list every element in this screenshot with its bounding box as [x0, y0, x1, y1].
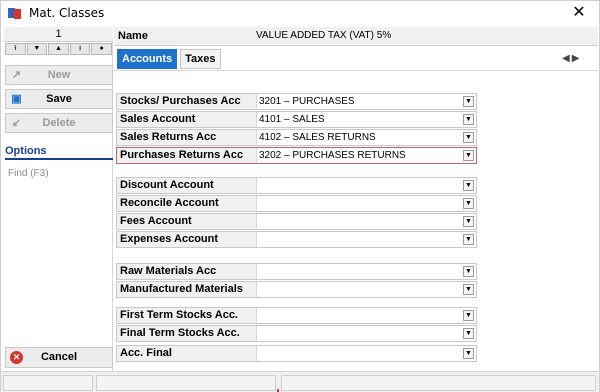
field-value[interactable] — [258, 308, 458, 323]
name-value: VALUE ADDED TAX (VAT) 5% — [256, 30, 392, 41]
right-panel: Name VALUE ADDED TAX (VAT) 5% Accounts T… — [114, 27, 598, 371]
new-button[interactable]: ↗ New — [5, 65, 113, 85]
chevron-down-icon[interactable]: ▼ — [463, 180, 474, 191]
status-segment — [3, 375, 93, 391]
save-button[interactable]: ▣ Save — [5, 89, 113, 109]
field-label: Stocks/ Purchases Acc — [117, 94, 257, 109]
name-bar: Name VALUE ADDED TAX (VAT) 5% — [114, 27, 598, 46]
chevron-down-icon[interactable]: ▼ — [463, 310, 474, 321]
chevron-down-icon[interactable]: ▼ — [463, 348, 474, 359]
chevron-down-icon[interactable]: ▼ — [463, 114, 474, 125]
status-segment — [281, 375, 596, 391]
cancel-button-label: Cancel — [40, 351, 78, 363]
field-row-purchases-returns[interactable]: Purchases Returns Acc 3202 – PURCHASES R… — [116, 147, 477, 164]
record-navigation: ⭱ ▼ ▲ ⭳ ● — [5, 43, 112, 55]
chevron-down-icon[interactable]: ▼ — [463, 284, 474, 295]
chevron-down-icon[interactable]: ▼ — [463, 266, 474, 277]
chevron-down-icon[interactable]: ▼ — [463, 234, 474, 245]
field-label: Purchases Returns Acc — [117, 148, 257, 163]
field-value[interactable] — [258, 232, 458, 247]
tab-divider — [114, 70, 598, 71]
field-row-manufactured-materials[interactable]: Manufactured Materials ▼ — [116, 281, 477, 298]
field-row-raw-materials[interactable]: Raw Materials Acc ▼ — [116, 263, 477, 280]
chevron-down-icon[interactable]: ▼ — [463, 216, 474, 227]
field-value[interactable] — [258, 196, 458, 211]
next-record-button[interactable]: ▼ — [26, 43, 48, 55]
left-panel: 1 ⭱ ▼ ▲ ⭳ ● ↗ New ▣ Save ↙ Delete Option… — [4, 27, 113, 371]
field-label: Sales Returns Acc — [117, 130, 257, 145]
find-option[interactable]: Find (F3) — [8, 168, 49, 179]
new-button-label: New — [47, 69, 71, 81]
field-row-stocks-purchases[interactable]: Stocks/ Purchases Acc 3201 – PURCHASES ▼ — [116, 93, 477, 110]
field-value[interactable] — [258, 264, 458, 279]
field-label: Expenses Account — [117, 232, 257, 247]
field-label: Fees Account — [117, 214, 257, 229]
scroll-left-icon[interactable]: ◀ — [562, 54, 570, 64]
field-value[interactable]: 3202 – PURCHASES RETURNS — [258, 148, 458, 163]
cancel-button[interactable]: ✕ Cancel — [5, 347, 113, 368]
field-row-first-term-stocks[interactable]: First Term Stocks Acc. ▼ — [116, 307, 477, 324]
delete-button-label: Delete — [42, 117, 76, 129]
chevron-down-icon[interactable]: ▼ — [463, 328, 474, 339]
tab-strip: Accounts Taxes — [117, 49, 221, 69]
field-value[interactable] — [258, 282, 458, 297]
current-record-button[interactable]: ● — [91, 43, 112, 55]
field-row-expenses-account[interactable]: Expenses Account ▼ — [116, 231, 477, 248]
chevron-down-icon[interactable]: ▼ — [463, 96, 474, 107]
field-value[interactable]: 3201 – PURCHASES — [258, 94, 458, 109]
field-value[interactable]: 4101 – SALES — [258, 112, 458, 127]
field-label: Reconcile Account — [117, 196, 257, 211]
cancel-icon: ✕ — [10, 351, 23, 364]
window-title: Mat. Classes — [29, 6, 105, 20]
field-label: Final Term Stocks Acc. — [117, 326, 257, 341]
close-icon[interactable]: ✕ — [567, 3, 591, 23]
field-label: Manufactured Materials — [117, 282, 257, 297]
tab-taxes[interactable]: Taxes — [180, 49, 221, 69]
record-number: 1 — [4, 27, 113, 42]
scroll-right-icon[interactable]: ▶ — [572, 54, 580, 64]
field-row-discount-account[interactable]: Discount Account ▼ — [116, 177, 477, 194]
previous-record-button[interactable]: ▲ — [48, 43, 69, 55]
field-label: Raw Materials Acc — [117, 264, 257, 279]
status-segment — [96, 375, 276, 391]
tab-scroll-arrows: ◀ ▶ — [562, 54, 596, 64]
chevron-down-icon[interactable]: ▼ — [463, 132, 474, 143]
field-label: Discount Account — [117, 178, 257, 193]
name-label: Name — [118, 30, 148, 42]
field-label: Acc. Final — [117, 346, 257, 361]
field-row-sales-returns[interactable]: Sales Returns Acc 4102 – SALES RETURNS ▼ — [116, 129, 477, 146]
title-bar: Mat. Classes ✕ — [1, 1, 599, 25]
field-value[interactable]: 4102 – SALES RETURNS — [258, 130, 458, 145]
chevron-down-icon[interactable]: ▼ — [463, 198, 474, 209]
field-row-fees-account[interactable]: Fees Account ▼ — [116, 213, 477, 230]
field-row-reconcile-account[interactable]: Reconcile Account ▼ — [116, 195, 477, 212]
field-row-final-term-stocks[interactable]: Final Term Stocks Acc. ▼ — [116, 325, 477, 342]
first-record-button[interactable]: ⭱ — [5, 43, 26, 55]
field-value[interactable] — [258, 178, 458, 193]
field-value[interactable] — [258, 326, 458, 341]
field-value[interactable] — [258, 214, 458, 229]
field-row-sales-account[interactable]: Sales Account 4101 – SALES ▼ — [116, 111, 477, 128]
new-icon: ↗ — [11, 69, 22, 81]
tab-accounts[interactable]: Accounts — [117, 49, 178, 69]
chevron-down-icon[interactable]: ▼ — [463, 150, 474, 161]
field-label: First Term Stocks Acc. — [117, 308, 257, 323]
field-label: Sales Account — [117, 112, 257, 127]
save-button-label: Save — [46, 93, 72, 105]
status-bar — [1, 371, 599, 392]
last-record-button[interactable]: ⭳ — [69, 43, 91, 55]
options-heading: Options — [5, 145, 113, 160]
field-row-acc-final[interactable]: Acc. Final ▼ — [116, 345, 477, 362]
save-icon: ▣ — [11, 93, 22, 105]
delete-button[interactable]: ↙ Delete — [5, 113, 113, 133]
window: Mat. Classes ✕ 1 ⭱ ▼ ▲ ⭳ ● ↗ New ▣ Save … — [0, 0, 600, 392]
app-icon — [8, 6, 22, 20]
field-value[interactable] — [258, 346, 458, 361]
delete-icon: ↙ — [11, 117, 22, 129]
